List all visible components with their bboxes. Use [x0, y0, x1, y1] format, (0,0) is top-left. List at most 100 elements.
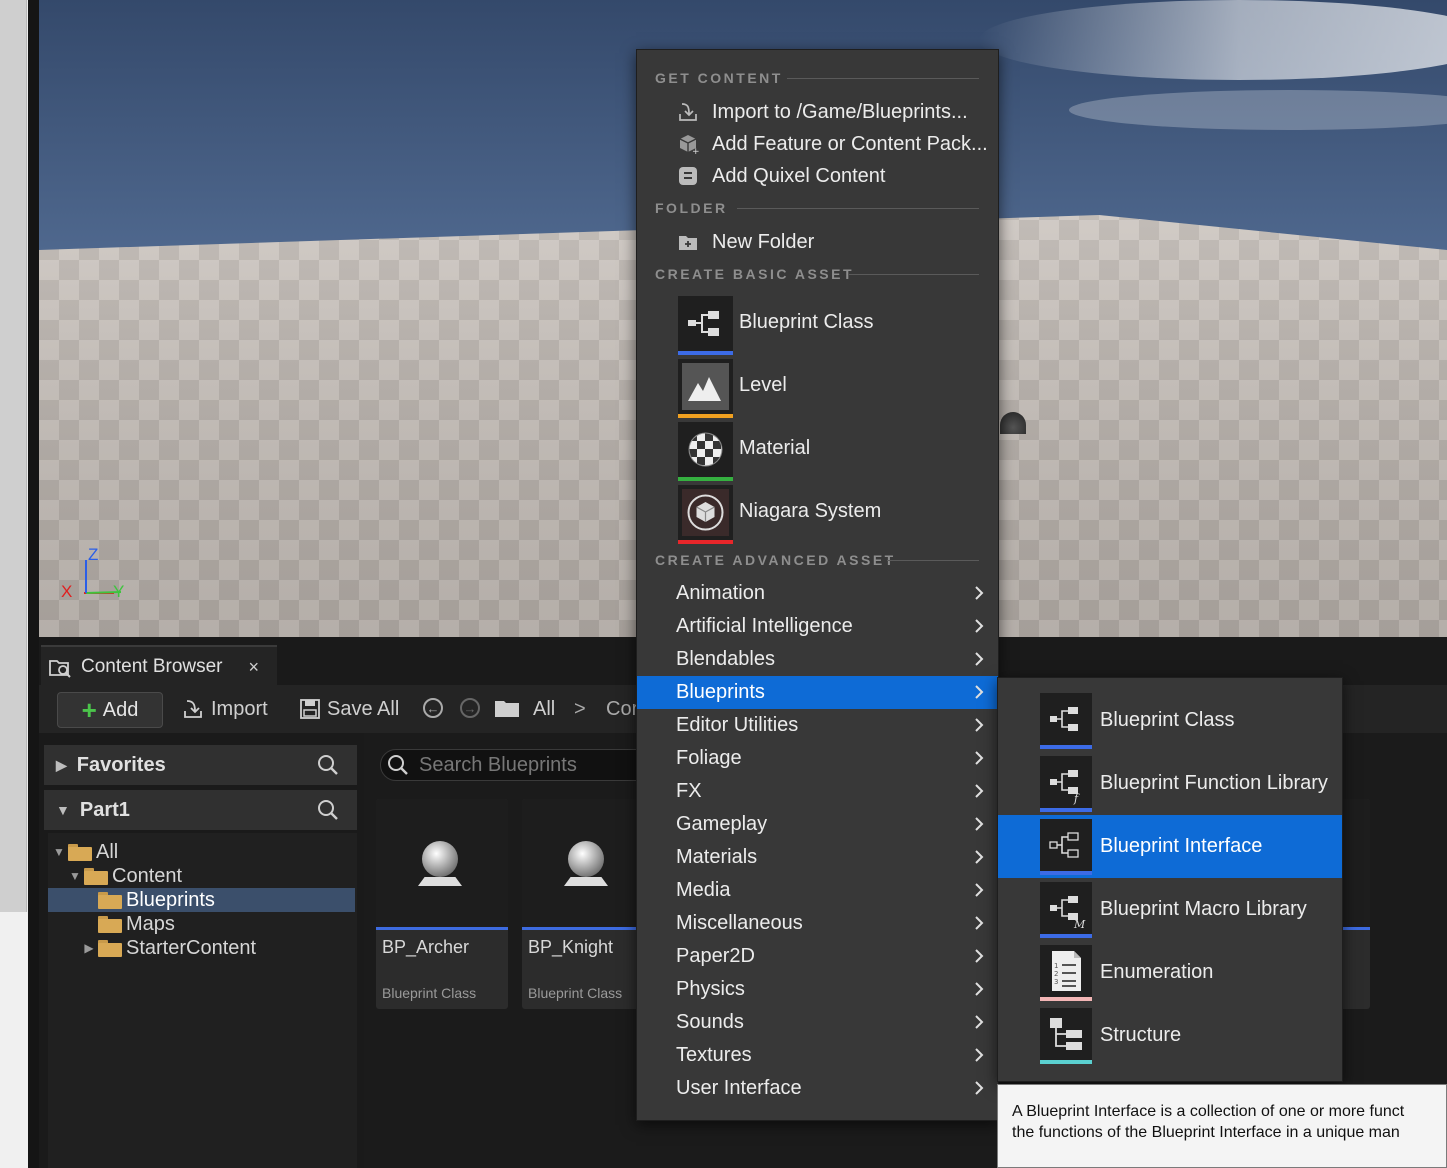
menu-item-label: Media	[676, 879, 731, 901]
menu-item-label: Editor Utilities	[676, 714, 799, 736]
menu-item-gameplay[interactable]: Gameplay	[637, 808, 998, 841]
breadcrumb-content[interactable]: Cor	[606, 692, 638, 726]
tree-item-all[interactable]: ▼ All	[52, 840, 118, 864]
blueprint-macro-library-icon: M	[1040, 882, 1092, 934]
tree-item-label: StarterContent	[126, 936, 257, 959]
tree-item-label: All	[96, 840, 119, 863]
add-context-menu: GET CONTENT Import to /Game/Blueprints..…	[636, 49, 999, 1121]
submenu-item-label: Structure	[1100, 1024, 1182, 1046]
import-icon	[679, 103, 697, 121]
chevron-right-icon	[975, 586, 984, 600]
search-input[interactable]: Search Blueprints	[380, 749, 652, 781]
breadcrumb-all[interactable]: All	[533, 692, 555, 726]
add-button[interactable]: + Add	[57, 692, 163, 728]
menu-item-label: Blueprints	[676, 681, 765, 703]
menu-item-label: Artificial Intelligence	[676, 615, 853, 637]
menu-item-blueprints[interactable]: Blueprints	[637, 676, 998, 709]
menu-item-label: Blueprint Class	[739, 311, 874, 333]
expanded-arrow-icon: ▼	[53, 845, 65, 859]
project-label: Part1	[79, 798, 130, 821]
tree-item-maps[interactable]: Maps	[98, 912, 175, 936]
blueprint-function-library-icon: f	[1040, 756, 1092, 808]
menu-item-label: Import to /Game/Blueprints...	[712, 100, 968, 123]
chevron-right-icon	[975, 652, 984, 666]
search-placeholder: Search Blueprints	[419, 753, 577, 776]
blueprint-class-icon	[678, 296, 733, 351]
close-icon[interactable]: ×	[248, 657, 259, 678]
submenu-item-enumeration[interactable]: 1 2 3 Enumeration	[998, 941, 1342, 1004]
menu-item-add-feature-pack[interactable]: + Add Feature or Content Pack...	[637, 128, 998, 160]
tree-item-startercontent[interactable]: ▶ StarterContent	[82, 936, 256, 960]
chevron-right-icon	[975, 883, 984, 897]
menu-item-blendables[interactable]: Blendables	[637, 643, 998, 676]
submenu-item-label: Blueprint Macro Library	[1100, 898, 1307, 920]
folder-icon[interactable]	[494, 698, 520, 718]
folder-tree: ▼ All ▼ Content Blueprints Maps ▶ Starte…	[48, 833, 357, 1168]
save-all-label: Save All	[327, 697, 400, 720]
tree-item-blueprints[interactable]: Blueprints	[48, 888, 355, 912]
svg-text:+: +	[692, 147, 699, 155]
menu-item-level[interactable]: Level	[637, 359, 998, 421]
submenu-item-blueprint-function-library[interactable]: f Blueprint Function Library	[998, 752, 1342, 815]
folder-icon	[84, 867, 108, 885]
favorites-section[interactable]: ▶ Favorites	[44, 745, 357, 785]
search-icon[interactable]	[317, 799, 339, 821]
menu-item-paper2d[interactable]: Paper2D	[637, 940, 998, 973]
submenu-item-blueprint-interface[interactable]: Blueprint Interface	[998, 815, 1342, 878]
submenu-item-blueprint-macro-library[interactable]: M Blueprint Macro Library	[998, 878, 1342, 941]
asset-color-bar	[678, 477, 733, 481]
submenu-item-structure[interactable]: Structure	[998, 1004, 1342, 1067]
content-browser-tab-label: Content Browser	[81, 656, 223, 677]
menu-item-sounds[interactable]: Sounds	[637, 1006, 998, 1039]
menu-item-user-interface[interactable]: User Interface	[637, 1072, 998, 1105]
back-history-icon[interactable]: ←	[423, 698, 443, 718]
collapsed-arrow-icon: ▶	[84, 941, 94, 955]
enumeration-icon: 123	[1040, 945, 1092, 997]
menu-item-import[interactable]: Import to /Game/Blueprints...	[637, 96, 998, 128]
asset-color-bar	[1040, 808, 1092, 812]
asset-type: Blueprint Class	[528, 985, 623, 1001]
menu-item-fx[interactable]: FX	[637, 775, 998, 808]
scene-sphere-object[interactable]	[1000, 412, 1026, 434]
menu-item-foliage[interactable]: Foliage	[637, 742, 998, 775]
menu-item-material[interactable]: Material	[637, 422, 998, 484]
search-icon[interactable]	[317, 754, 339, 776]
svg-text:1: 1	[1054, 962, 1058, 970]
import-button[interactable]: Import	[181, 692, 268, 726]
blueprint-interface-tooltip: A Blueprint Interface is a collection of…	[997, 1084, 1447, 1168]
folder-icon	[68, 843, 92, 861]
menu-item-physics[interactable]: Physics	[637, 973, 998, 1006]
chevron-right-icon	[975, 982, 984, 996]
menu-item-label: Gameplay	[676, 813, 768, 835]
sources-panel: ▶ Favorites ▼ Part1 ▼ All ▼ Content Blue…	[44, 739, 357, 1168]
chevron-right-icon	[975, 685, 984, 699]
menu-item-textures[interactable]: Textures	[637, 1039, 998, 1072]
asset-tile[interactable]: BP_Knight Blueprint Class	[522, 799, 654, 1009]
project-section[interactable]: ▼ Part1	[44, 790, 357, 830]
tree-item-content[interactable]: ▼ Content	[68, 864, 182, 888]
menu-item-add-quixel[interactable]: Add Quixel Content	[637, 160, 998, 192]
content-browser-tab[interactable]: Content Browser ×	[41, 645, 277, 687]
menu-item-niagara-system[interactable]: Niagara System	[637, 485, 998, 547]
asset-name: BP_Archer	[382, 937, 470, 957]
asset-tile[interactable]: BP_Archer Blueprint Class	[376, 799, 508, 1009]
menu-item-materials[interactable]: Materials	[637, 841, 998, 874]
menu-item-label: Sounds	[676, 1011, 744, 1033]
material-icon	[678, 422, 733, 477]
import-button-label: Import	[211, 697, 268, 720]
menu-item-artificial-intelligence[interactable]: Artificial Intelligence	[637, 610, 998, 643]
menu-item-blueprint-class[interactable]: Blueprint Class	[637, 296, 998, 358]
menu-item-animation[interactable]: Animation	[637, 577, 998, 610]
chevron-right-icon	[975, 916, 984, 930]
save-all-button[interactable]: Save All	[299, 692, 399, 726]
svg-text:f: f	[1073, 792, 1080, 805]
menu-item-new-folder[interactable]: New Folder	[637, 226, 998, 258]
menu-item-editor-utilities[interactable]: Editor Utilities	[637, 709, 998, 742]
quixel-icon	[679, 167, 697, 185]
submenu-item-blueprint-class[interactable]: Blueprint Class	[998, 689, 1342, 752]
menu-item-media[interactable]: Media	[637, 874, 998, 907]
menu-item-miscellaneous[interactable]: Miscellaneous	[637, 907, 998, 940]
forward-history-icon[interactable]: →	[460, 698, 480, 718]
menu-item-label: Animation	[676, 582, 765, 604]
desktop-bottom-left	[0, 912, 28, 1168]
